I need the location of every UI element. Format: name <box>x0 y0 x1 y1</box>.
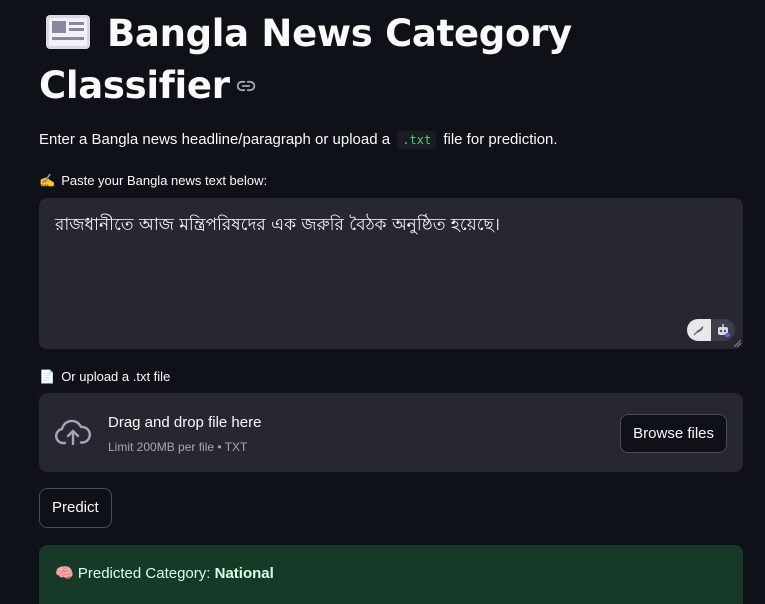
intro-text: Enter a Bangla news headline/paragraph o… <box>39 131 558 149</box>
uploader-label-text: Or upload a .txt file <box>61 369 171 384</box>
textarea-tools <box>687 319 735 341</box>
result-prefix: Predicted Category: <box>77 565 211 582</box>
resize-handle-icon[interactable] <box>734 340 741 347</box>
file-dropzone[interactable]: Drag and drop file here Limit 200MB per … <box>39 393 743 472</box>
brain-icon: 🧠 <box>55 565 74 582</box>
page-facing-up-icon: 📄 <box>39 369 56 384</box>
cloud-upload-icon <box>55 419 91 446</box>
newspaper-icon <box>46 15 90 49</box>
predicted-category: National <box>214 565 274 582</box>
text-input-label-text: Paste your Bangla news text below: <box>61 173 268 188</box>
writing-hand-icon: ✍️ <box>39 173 56 188</box>
grammar-assist-icon[interactable] <box>687 319 711 341</box>
intro-code: .txt <box>397 131 437 149</box>
intro-text-after: file for prediction. <box>443 131 558 148</box>
feather-icon <box>693 326 704 336</box>
robot-icon <box>718 324 730 337</box>
dropzone-instructions: Drag and drop file here <box>108 414 262 431</box>
intro-text-before: Enter a Bangla news headline/paragraph o… <box>39 131 391 148</box>
text-input-label: ✍️ Paste your Bangla news text below: <box>39 173 267 189</box>
link-icon[interactable] <box>236 76 256 96</box>
page-title: Bangla News Category Classifier <box>39 8 659 112</box>
page-title-text: Bangla News Category Classifier <box>39 12 572 107</box>
predict-button[interactable]: Predict <box>39 488 112 528</box>
dropzone-limit: Limit 200MB per file • TXT <box>108 440 248 454</box>
browse-files-button[interactable]: Browse files <box>620 414 727 453</box>
prediction-result-alert: 🧠 Predicted Category: National <box>39 545 743 604</box>
ai-assist-icon[interactable] <box>711 319 735 341</box>
app-page: Bangla News Category Classifier Enter a … <box>0 0 765 604</box>
news-text-area[interactable]: রাজধানীতে আজ মন্ত্রিপরিষদের এক জরুরি বৈঠ… <box>39 198 743 349</box>
news-text-value: রাজধানীতে আজ মন্ত্রিপরিষদের এক জরুরি বৈঠ… <box>55 215 500 235</box>
uploader-label: 📄 Or upload a .txt file <box>39 369 170 385</box>
